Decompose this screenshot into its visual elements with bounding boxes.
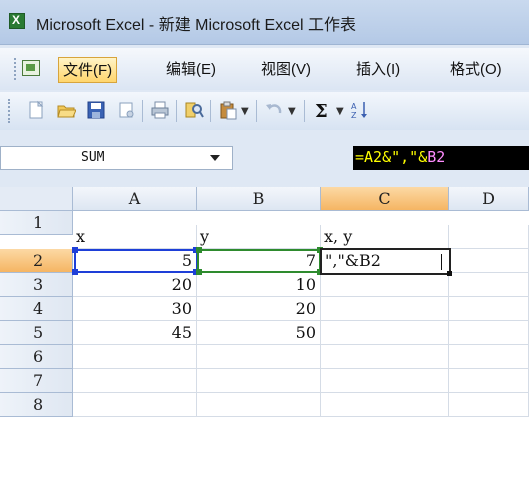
sort-ascending-icon[interactable]: AZ xyxy=(350,100,370,120)
new-icon[interactable] xyxy=(26,100,46,120)
select-all-corner[interactable] xyxy=(0,187,73,211)
row-header-8[interactable]: 8 xyxy=(0,393,73,417)
cell-d4[interactable] xyxy=(449,297,529,321)
name-box-value: SUM xyxy=(81,150,105,165)
save-icon[interactable] xyxy=(86,100,106,120)
cell-c4[interactable] xyxy=(321,297,449,321)
reference-box-a2 xyxy=(74,249,198,273)
column-header-c[interactable]: C xyxy=(321,187,449,211)
cell-c3[interactable] xyxy=(321,273,449,297)
cell-d5[interactable] xyxy=(449,321,529,345)
research-icon[interactable] xyxy=(184,100,204,120)
cell-c2[interactable]: ","&B2 xyxy=(322,250,449,274)
row-header-1[interactable]: 1 xyxy=(0,211,73,235)
cell-c2-editor[interactable]: ","&B2 xyxy=(320,248,451,275)
cell-b8[interactable] xyxy=(197,393,321,417)
column-header-a[interactable]: A xyxy=(73,187,197,211)
menu-edit[interactable]: 编辑(E) xyxy=(162,57,220,83)
row-header-5[interactable]: 5 xyxy=(0,321,73,345)
menu-insert[interactable]: 插入(I) xyxy=(352,57,404,83)
toolbar-separator xyxy=(304,100,305,122)
row-header-3[interactable]: 3 xyxy=(0,273,73,297)
cell-b6[interactable] xyxy=(197,345,321,369)
cell-d1[interactable] xyxy=(449,225,529,249)
print-icon[interactable] xyxy=(150,100,170,120)
cell-d6[interactable] xyxy=(449,345,529,369)
chevron-down-icon[interactable] xyxy=(210,155,220,161)
cell-a6[interactable] xyxy=(73,345,197,369)
menu-bar: 文件(F) 编辑(E) 视图(V) 插入(I) 格式(O) xyxy=(0,48,529,90)
cell-a3[interactable]: 20 xyxy=(73,273,197,297)
row-header-4[interactable]: 4 xyxy=(0,297,73,321)
toolbar-separator xyxy=(256,100,257,122)
cell-d3[interactable] xyxy=(449,273,529,297)
autosum-dropdown-icon[interactable]: ▼ xyxy=(336,106,344,117)
title-bar: Microsoft Excel - 新建 Microsoft Excel 工作表 xyxy=(0,0,529,45)
text-cursor xyxy=(441,254,442,270)
cell-b5[interactable]: 50 xyxy=(197,321,321,345)
ref-handle-b2-tl[interactable] xyxy=(196,247,202,253)
cell-a4[interactable]: 30 xyxy=(73,297,197,321)
open-icon[interactable] xyxy=(56,100,77,120)
menu-format[interactable]: 格式(O) xyxy=(446,57,506,83)
row-header-6[interactable]: 6 xyxy=(0,345,73,369)
workbook-icon[interactable] xyxy=(22,60,40,76)
worksheet-grid: A B C D 1 2 3 4 5 6 7 8 x y x, y 5 7 20 … xyxy=(0,187,529,484)
row-header-2[interactable]: 2 xyxy=(0,249,73,273)
toolbar-separator xyxy=(176,100,177,122)
standard-toolbar: ▼ ▼ Σ ▼ AZ xyxy=(0,92,529,130)
formula-prefix: =A2&","& xyxy=(355,148,428,166)
reference-box-b2 xyxy=(197,249,321,273)
autosum-icon[interactable]: Σ xyxy=(312,100,332,122)
paste-icon[interactable] xyxy=(218,100,238,120)
menu-file[interactable]: 文件(F) xyxy=(58,57,118,83)
cell-b1[interactable]: y xyxy=(197,225,321,249)
cell-c7[interactable] xyxy=(321,369,449,393)
ref-handle-a2-tl[interactable] xyxy=(72,247,78,253)
paste-dropdown-icon[interactable]: ▼ xyxy=(241,106,249,117)
fill-handle[interactable] xyxy=(447,271,452,276)
cell-b4[interactable]: 20 xyxy=(197,297,321,321)
cell-a5[interactable]: 45 xyxy=(73,321,197,345)
cell-d2[interactable] xyxy=(449,249,529,273)
window-title: Microsoft Excel - 新建 Microsoft Excel 工作表 xyxy=(36,17,357,34)
ref-handle-b2-bl[interactable] xyxy=(196,269,202,275)
cell-b3[interactable]: 10 xyxy=(197,273,321,297)
cell-c8[interactable] xyxy=(321,393,449,417)
cell-a7[interactable] xyxy=(73,369,197,393)
cell-d7[interactable] xyxy=(449,369,529,393)
svg-text:Σ: Σ xyxy=(315,101,328,120)
cell-c5[interactable] xyxy=(321,321,449,345)
cell-b7[interactable] xyxy=(197,369,321,393)
formula-input[interactable]: =A2&","&B2 xyxy=(353,146,529,170)
formula-bar: SUM =A2&","&B2 xyxy=(0,146,529,170)
cell-c1[interactable]: x, y xyxy=(321,225,449,249)
cell-c6[interactable] xyxy=(321,345,449,369)
undo-dropdown-icon[interactable]: ▼ xyxy=(288,106,296,117)
formula-reference-b2: B2 xyxy=(427,148,446,166)
column-header-b[interactable]: B xyxy=(197,187,321,211)
row-header-7[interactable]: 7 xyxy=(0,369,73,393)
permission-icon[interactable] xyxy=(116,100,136,120)
menu-view[interactable]: 视图(V) xyxy=(257,57,315,83)
formula-text: =A2&","&B2 xyxy=(355,148,445,166)
toolbar-separator xyxy=(210,100,211,122)
toolbar-separator xyxy=(142,100,143,122)
column-header-d[interactable]: D xyxy=(449,187,529,211)
cell-d8[interactable] xyxy=(449,393,529,417)
cell-a1[interactable]: x xyxy=(73,225,197,249)
menu-grip-handle[interactable] xyxy=(14,58,20,80)
cell-a8[interactable] xyxy=(73,393,197,417)
name-box[interactable]: SUM xyxy=(0,146,233,170)
excel-app-icon[interactable] xyxy=(9,13,25,29)
undo-icon[interactable] xyxy=(264,100,284,120)
toolbar-grip-handle[interactable] xyxy=(8,99,14,123)
svg-text:Z: Z xyxy=(351,111,357,120)
svg-text:A: A xyxy=(351,102,357,111)
ref-handle-a2-bl[interactable] xyxy=(72,269,78,275)
